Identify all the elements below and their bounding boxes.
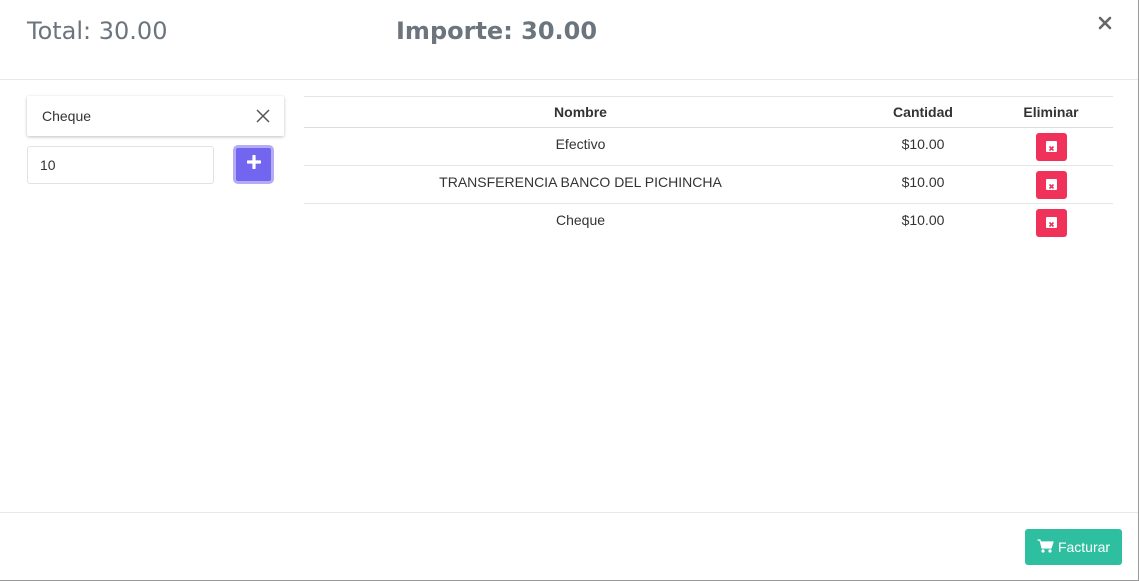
table-header-row: Nombre Cantidad Eliminar: [304, 96, 1113, 128]
column-header-nombre: Nombre: [304, 96, 857, 128]
delete-cell: [989, 204, 1113, 242]
table-row: TRANSFERENCIA BANCO DEL PICHINCHA $10.00: [304, 165, 1113, 204]
facturar-label: Facturar: [1057, 539, 1111, 555]
column-header-eliminar: Eliminar: [989, 96, 1113, 128]
payment-name: TRANSFERENCIA BANCO DEL PICHINCHA: [304, 165, 857, 204]
total-label: Total: 30.00: [27, 17, 168, 45]
delete-icon: [1045, 141, 1057, 152]
facturar-button[interactable]: Facturar: [1025, 529, 1122, 565]
delete-icon: [1045, 217, 1057, 228]
delete-button[interactable]: [1035, 133, 1067, 161]
payment-amount: $10.00: [857, 127, 989, 166]
payment-name: Cheque: [555, 212, 606, 228]
delete-button[interactable]: [1035, 209, 1067, 237]
column-header-cantidad: Cantidad: [857, 96, 989, 128]
delete-icon: [1045, 179, 1057, 190]
payment-name: Efectivo: [304, 127, 857, 166]
payment-modal: Total: 30.00 Importe: 30.00 Cheque Nombr…: [0, 0, 1139, 581]
payment-amount: $10.00: [857, 165, 989, 204]
delete-cell: [989, 165, 1113, 204]
delete-cell: [989, 127, 1113, 166]
table-row: Efectivo $10.00: [304, 127, 1113, 166]
payment-amount: $10.00: [901, 212, 945, 228]
plus-icon: [245, 154, 262, 174]
delete-button[interactable]: [1035, 171, 1067, 199]
add-payment-button[interactable]: [233, 145, 274, 184]
payment-method-select[interactable]: Cheque: [27, 96, 284, 136]
clear-icon[interactable]: [256, 109, 270, 123]
payments-table: Nombre Cantidad Eliminar Efectivo $10.00…: [304, 96, 1113, 242]
modal-header: Total: 30.00 Importe: 30.00: [0, 0, 1138, 80]
payment-method-value: Cheque: [42, 108, 92, 124]
importe-label: Importe: 30.00: [396, 17, 598, 45]
cart-icon: [1037, 538, 1054, 556]
modal-footer: Facturar: [0, 512, 1138, 581]
table-row: Cheque $10.00: [304, 204, 1113, 242]
amount-input[interactable]: [27, 146, 214, 184]
close-icon[interactable]: [1098, 16, 1112, 30]
